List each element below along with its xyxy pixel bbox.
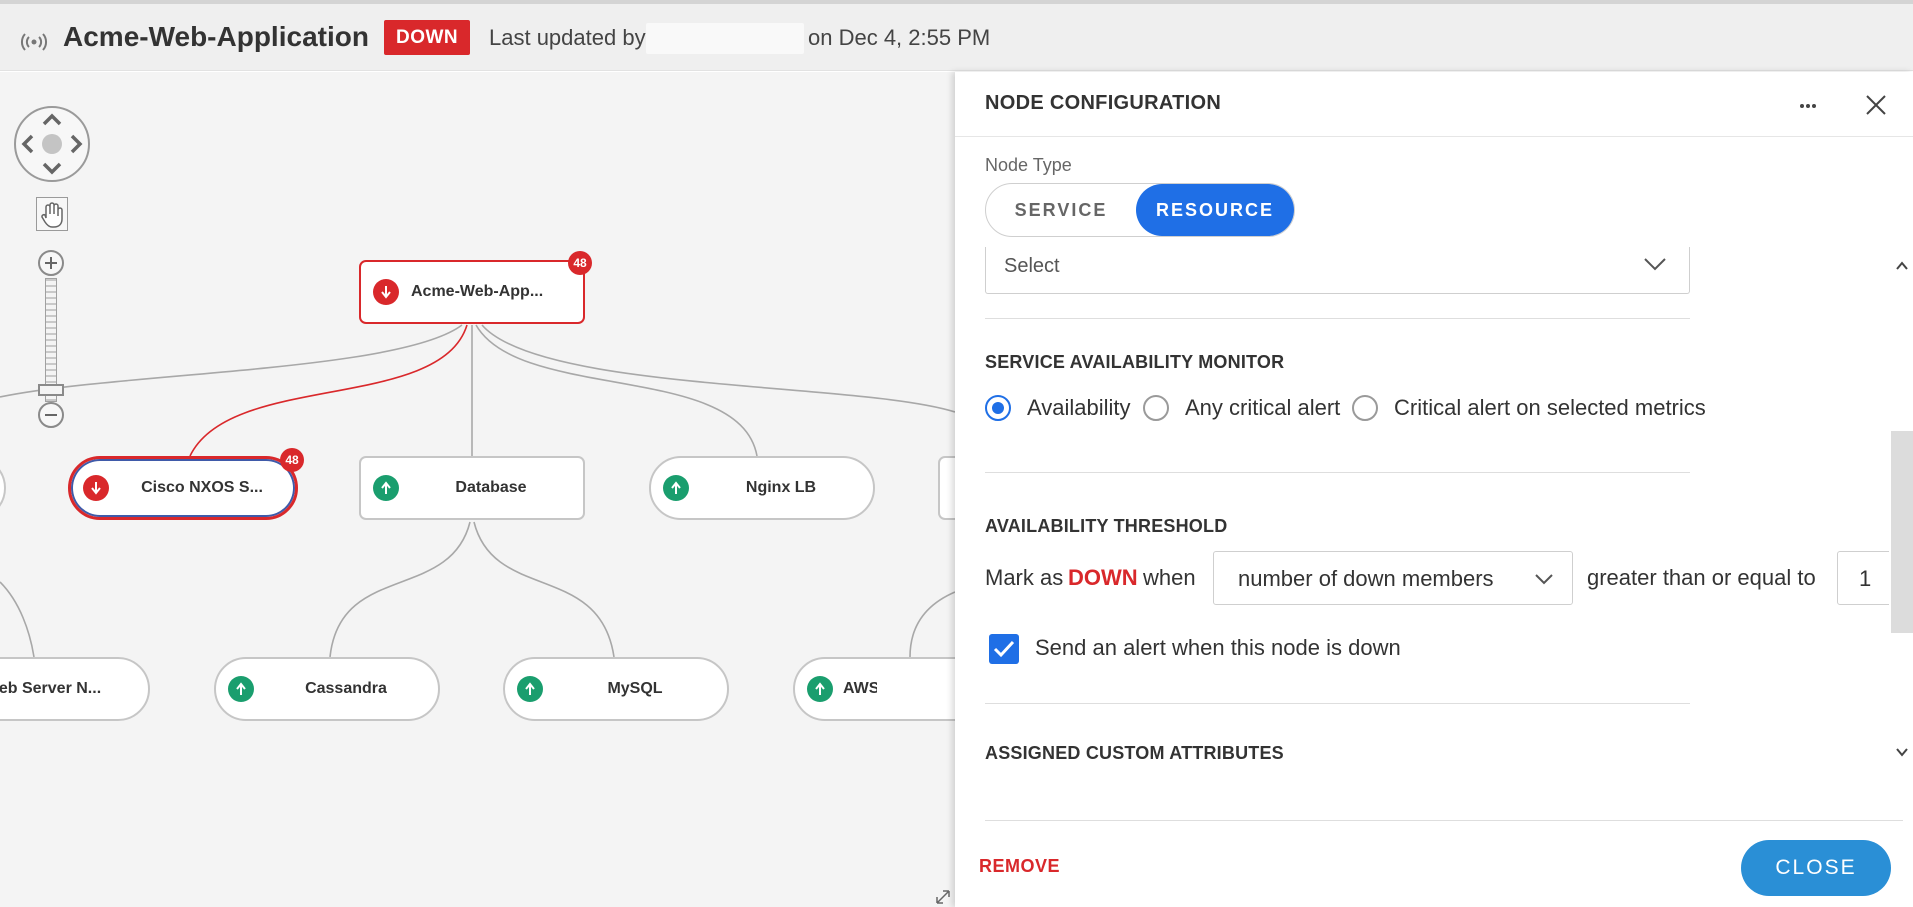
node-type-resource-option[interactable]: RESOURCE [1136,184,1294,236]
comparator-text: greater than or equal to [1587,565,1816,590]
radio-label: Critical alert on selected metrics [1394,395,1706,420]
close-button[interactable]: CLOSE [1741,840,1891,896]
node-type-label: Node Type [985,155,1072,175]
arrow-up-icon [663,475,689,501]
threshold-value: 1 [1859,566,1872,591]
send-alert-checkbox[interactable] [989,634,1019,664]
resource-select[interactable]: Select [985,247,1690,294]
threshold-criteria-dropdown[interactable]: number of down members [1213,551,1573,605]
checkmark-icon [993,640,1015,658]
section-divider [985,318,1690,319]
close-icon[interactable] [1861,90,1891,120]
radio-circle [1143,395,1169,421]
pan-arrows-icon [21,113,83,175]
zoom-slider-handle[interactable] [38,384,64,396]
arrow-down-icon [83,475,109,501]
arrow-up-icon [517,676,543,702]
node-partial-right[interactable] [938,456,955,520]
resize-icon[interactable] [934,888,952,906]
pan-control[interactable] [14,106,90,182]
node-label: Cisco NXOS S... [141,479,263,496]
node-mysql[interactable]: MySQL [503,657,729,721]
arrow-down-icon [373,279,399,305]
scrollbar-thumb[interactable] [1891,431,1913,633]
node-label: MySQL [607,680,663,697]
threshold-value-input[interactable]: 1 [1837,551,1897,605]
node-aws-s3[interactable]: AWS S3 [793,657,955,721]
chevron-down-icon [1535,574,1553,585]
node-type-service-option[interactable]: SERVICE [986,184,1136,236]
page-header: Acme-Web-Application DOWN Last updated b… [0,4,1913,71]
minus-icon [45,414,57,416]
radio-label: Any critical alert [1185,395,1341,420]
node-acme-web-app[interactable]: Acme-Web-App... 48 [359,251,592,324]
when-text: when [1143,565,1196,590]
node-label: eb Server N... [0,680,102,697]
last-updated-by-text: Last updated by [489,25,646,50]
radio-availability[interactable]: Availability [985,395,1131,421]
threshold-criteria-value: number of down members [1238,566,1494,591]
node-database[interactable]: Database [359,456,585,520]
node-label: AWS S3 [843,680,877,697]
chevron-down-icon [1644,258,1666,271]
node-web-server[interactable]: eb Server N... [0,657,150,721]
node-cisco-nxos[interactable]: Cisco NXOS S... 48 [68,448,304,520]
radio-circle [1352,395,1378,421]
last-updated-time-text: on Dec 4, 2:55 PM [808,25,991,50]
radio-circle [985,395,1011,421]
panel-header-divider [955,136,1913,137]
node-label: Database [455,479,527,496]
footer-divider [985,820,1903,821]
redacted-username [646,23,804,54]
arrow-up-icon [373,475,399,501]
node-label: Nginx LB [745,479,817,496]
mark-as-text: Mark as [985,565,1064,590]
panel-scroll-content[interactable]: Select SERVICE AVAILABILITY MONITOR Avai… [955,247,1913,777]
more-options-icon[interactable] [1793,94,1823,118]
availability-monitor-title: SERVICE AVAILABILITY MONITOR [985,352,1285,372]
remove-button[interactable]: REMOVE [979,856,1060,877]
node-type-toggle[interactable]: SERVICE RESOURCE [985,183,1295,237]
hand-icon [41,202,63,228]
page-title: Acme-Web-Application [63,21,369,52]
alert-count-badge: 48 [280,448,304,472]
resource-select-value: Select [1004,255,1060,277]
panel-title: NODE CONFIGURATION [985,92,1222,114]
send-alert-label: Send an alert when this node is down [1035,635,1401,660]
hand-tool-button[interactable] [36,197,68,231]
alert-count-badge: 48 [568,251,592,275]
down-status-text: DOWN [1068,565,1138,590]
service-map-icon [21,33,47,51]
scroll-down-icon[interactable] [1895,745,1909,759]
status-badge: DOWN [384,20,471,55]
panel-scrollbar[interactable] [1889,255,1913,765]
custom-attributes-title: ASSIGNED CUSTOM ATTRIBUTES [985,743,1284,763]
radio-label: Availability [1027,395,1131,420]
app-window: Acme-Web-Application DOWN Last updated b… [0,0,1913,907]
node-label: Acme-Web-App... [411,283,544,300]
node-cassandra[interactable]: Cassandra [214,657,440,721]
node-nginx-lb[interactable]: Nginx LB [649,456,875,520]
radio-any-critical-alert[interactable]: Any critical alert [1143,395,1340,421]
arrow-up-icon [807,676,833,702]
availability-threshold-title: AVAILABILITY THRESHOLD [985,516,1228,536]
node-label: Cassandra [305,680,387,697]
section-divider [985,703,1690,704]
scroll-up-icon[interactable] [1895,259,1909,273]
plus-icon [45,257,57,269]
node-configuration-panel: NODE CONFIGURATION Node Type SERVICE RES… [955,72,1913,907]
zoom-out-button[interactable] [38,402,64,428]
zoom-in-button[interactable] [38,250,64,276]
radio-critical-alert-selected-metrics[interactable]: Critical alert on selected metrics [1352,395,1706,421]
arrow-up-icon [228,676,254,702]
topology-canvas[interactable]: Acme-Web-App... 48 Cisco NXOS S... 48 Da… [0,72,955,907]
section-divider [985,472,1690,473]
